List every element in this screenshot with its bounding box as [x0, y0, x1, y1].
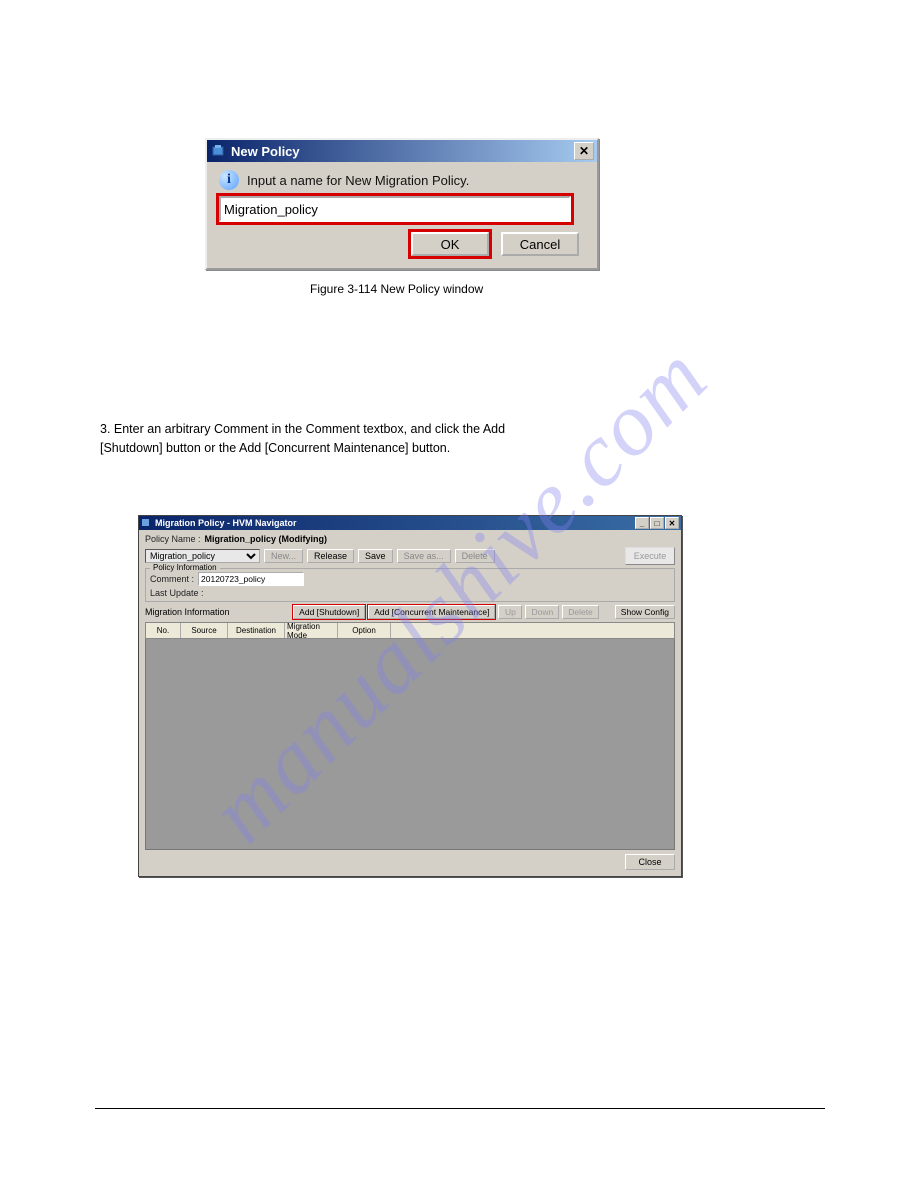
execute-button[interactable]: Execute [625, 547, 675, 565]
comment-input[interactable] [198, 572, 304, 586]
add-concurrent-button[interactable]: Add [Concurrent Maintenance] [368, 605, 495, 619]
migration-table-header: No. Source Destination Migration Mode Op… [145, 622, 675, 639]
policy-info-fieldset: Policy Information Comment : Last Update… [145, 568, 675, 602]
policy-name-value: Migration_policy (Modifying) [205, 534, 328, 544]
new-button[interactable]: New... [264, 549, 303, 563]
th-destination: Destination [228, 623, 285, 638]
input-highlight [219, 196, 571, 222]
comment-label: Comment : [150, 574, 194, 584]
migration-info-label: Migration Information [145, 607, 230, 617]
window-title: Migration Policy - HVM Navigator [155, 518, 297, 528]
policy-dropdown[interactable]: Migration_policy [145, 549, 260, 563]
policy-name-input[interactable] [219, 196, 571, 222]
migration-table-body [145, 639, 675, 850]
figure-caption-1: Figure 3-114 New Policy window [310, 282, 483, 296]
policy-name-label: Policy Name : [145, 534, 201, 544]
step-text: 3. Enter an arbitrary Comment in the Com… [100, 420, 820, 459]
cancel-button[interactable]: Cancel [501, 232, 579, 256]
close-button[interactable]: Close [625, 854, 675, 870]
th-option: Option [338, 623, 391, 638]
ok-button[interactable]: OK [411, 232, 489, 256]
dialog-titlebar: New Policy ✕ [207, 140, 597, 162]
close-icon[interactable]: ✕ [574, 142, 594, 160]
add-shutdown-highlight: Add [Shutdown] [293, 605, 365, 619]
th-no: No. [146, 623, 181, 638]
delete-button[interactable]: Delete [455, 549, 495, 563]
info-icon: i [219, 170, 239, 190]
window-titlebar: Migration Policy - HVM Navigator _ □ ✕ [139, 516, 681, 530]
add-shutdown-button[interactable]: Add [Shutdown] [293, 605, 365, 619]
dialog-title: New Policy [231, 144, 300, 159]
maximize-icon[interactable]: □ [650, 517, 664, 529]
add-concurrent-highlight: Add [Concurrent Maintenance] [368, 605, 495, 619]
th-mode: Migration Mode [285, 623, 338, 638]
save-as-button[interactable]: Save as... [397, 549, 451, 563]
save-button[interactable]: Save [358, 549, 393, 563]
app-icon [141, 518, 151, 528]
new-policy-dialog: New Policy ✕ i Input a name for New Migr… [205, 138, 599, 270]
dialog-prompt: Input a name for New Migration Policy. [247, 173, 469, 188]
minimize-icon[interactable]: _ [635, 517, 649, 529]
show-config-button[interactable]: Show Config [615, 605, 675, 619]
th-source: Source [181, 623, 228, 638]
up-button[interactable]: Up [498, 605, 522, 619]
migration-policy-window: Migration Policy - HVM Navigator _ □ ✕ P… [138, 515, 682, 877]
ok-highlight: OK [411, 232, 489, 256]
delete-row-button[interactable]: Delete [562, 605, 599, 619]
down-button[interactable]: Down [525, 605, 559, 619]
close-icon[interactable]: ✕ [665, 517, 679, 529]
release-button[interactable]: Release [307, 549, 354, 563]
last-update-label: Last Update : [150, 588, 204, 598]
app-icon [210, 143, 226, 159]
fieldset-legend: Policy Information [150, 563, 220, 572]
footer-rule [95, 1108, 825, 1109]
